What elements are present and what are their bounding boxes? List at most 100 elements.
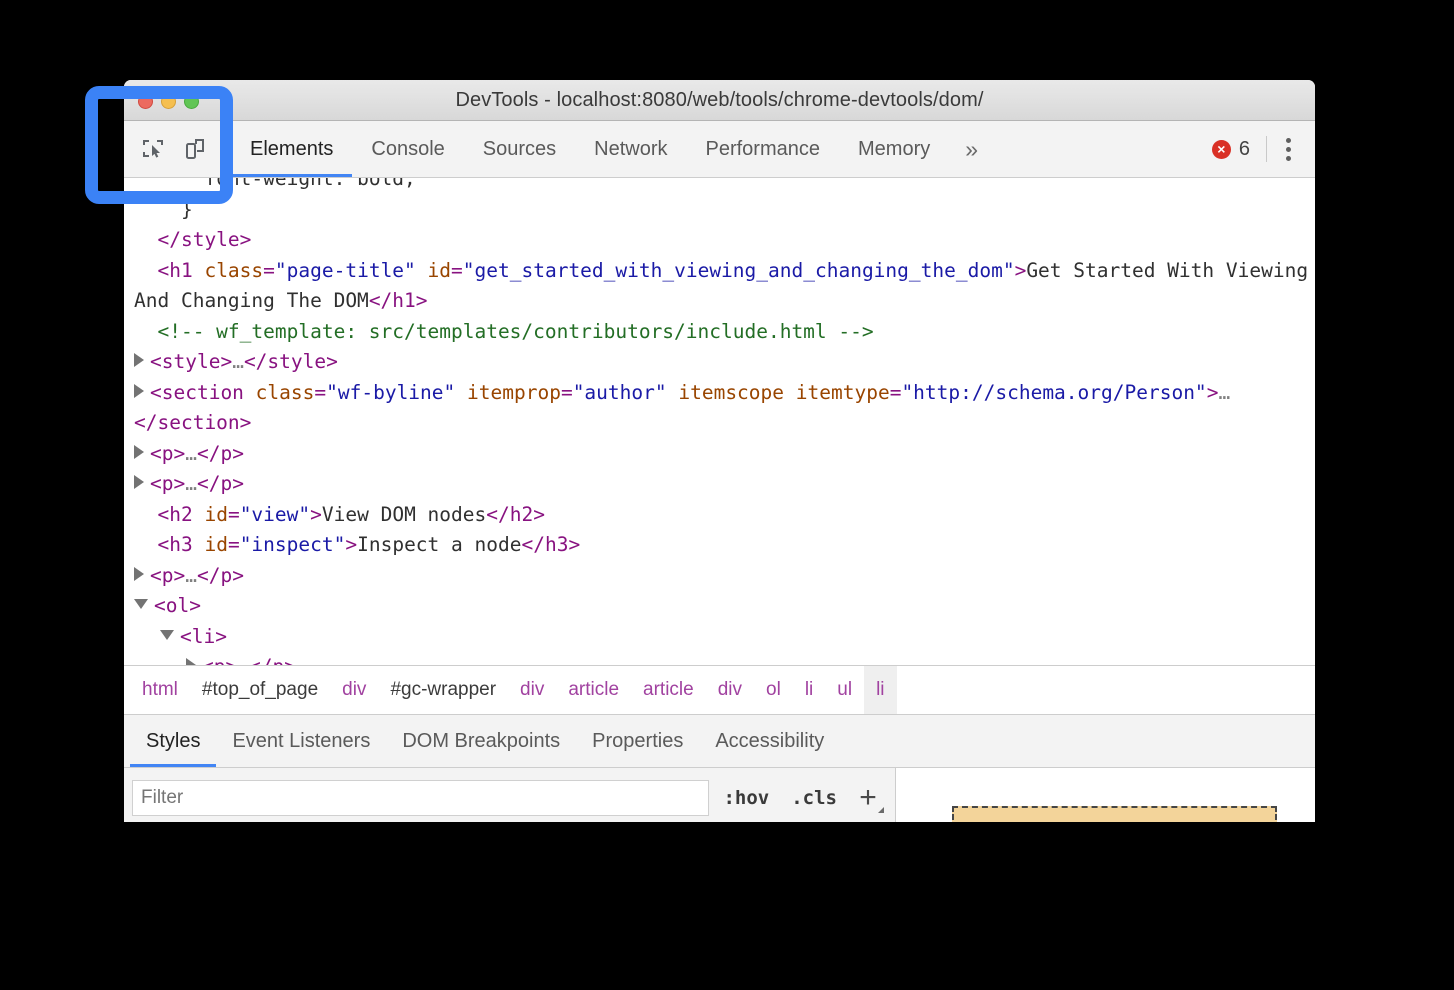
breadcrumb-item-label: div — [342, 679, 366, 701]
dom-tree-line[interactable]: <p>…</p> — [124, 652, 1315, 665]
close-window-button[interactable] — [138, 94, 153, 109]
tab-styles[interactable]: Styles — [130, 715, 216, 767]
dom-tree-line[interactable]: </style> — [124, 225, 1315, 256]
chevron-down-icon[interactable] — [134, 599, 148, 609]
dom-token-tag: <section — [150, 381, 256, 404]
toggle-element-state-button[interactable]: :hov — [715, 787, 777, 809]
dom-tree-line[interactable]: <!-- wf_template: src/templates/contribu… — [124, 317, 1315, 348]
chevron-right-icon[interactable] — [134, 567, 144, 581]
chevron-right-icon[interactable] — [134, 353, 144, 367]
dom-token-tag: <p> — [150, 564, 185, 587]
dom-tree-line[interactable]: <h1 class="page-title" id="get_started_w… — [124, 256, 1315, 317]
maximize-window-button[interactable] — [184, 94, 199, 109]
dom-tree-line[interactable]: <section class="wf-byline" itemprop="aut… — [124, 378, 1315, 439]
dom-token-tag: </section> — [134, 411, 251, 434]
breadcrumb-item-gc-wrapper[interactable]: #gc-wrapper — [378, 666, 508, 714]
tab-console[interactable]: Console — [352, 121, 463, 177]
window-title: DevTools - localhost:8080/web/tools/chro… — [455, 89, 983, 112]
dom-tree-line[interactable]: <p>…</p> — [124, 561, 1315, 592]
dom-token-attr: id — [204, 503, 227, 526]
breadcrumb-item-ul[interactable]: ul — [825, 666, 864, 714]
dom-tree-panel[interactable]: font-weight: bold; } </style> <h1 class=… — [124, 178, 1315, 665]
chevron-right-icon[interactable] — [134, 475, 144, 489]
dom-token-tag: > — [1015, 259, 1027, 282]
inspect-element-icon[interactable] — [138, 134, 168, 164]
breadcrumb-item-label: li — [805, 679, 813, 701]
breadcrumb-item-html[interactable]: html — [130, 666, 190, 714]
element-classes-button[interactable]: .cls — [783, 787, 845, 809]
breadcrumb-item-label: div — [520, 679, 544, 701]
chevron-down-icon[interactable] — [160, 630, 174, 640]
breadcrumb-item-article[interactable]: article — [556, 666, 631, 714]
dom-token-tag — [455, 381, 467, 404]
dom-tree-line[interactable]: <ol> — [124, 591, 1315, 622]
dom-tree-line[interactable]: font-weight: bold; — [124, 178, 1315, 195]
breadcrumb-item-label: div — [718, 679, 742, 701]
minimize-window-button[interactable] — [161, 94, 176, 109]
dom-token-attr: class — [204, 259, 263, 282]
error-badge[interactable]: × 6 — [1200, 138, 1262, 161]
tab-memory-label: Memory — [858, 138, 930, 161]
more-tabs-chevron-icon[interactable]: » — [949, 121, 994, 177]
styles-filter-input[interactable] — [132, 780, 709, 816]
tab-styles-label: Styles — [146, 730, 200, 753]
breadcrumb-item-div[interactable]: div — [508, 666, 556, 714]
device-toolbar-icon[interactable] — [180, 134, 210, 164]
dom-token-dim: … — [185, 472, 197, 495]
chevron-right-icon[interactable] — [134, 445, 144, 459]
breadcrumb-item-article[interactable]: article — [631, 666, 706, 714]
dom-token-attr: id — [204, 533, 227, 556]
dom-token-tag: </p> — [249, 655, 296, 665]
tab-memory[interactable]: Memory — [839, 121, 949, 177]
dom-token-css: } — [134, 198, 193, 221]
tab-event-listeners[interactable]: Event Listeners — [216, 715, 386, 767]
breadcrumb-item-li[interactable]: li — [864, 666, 896, 714]
breadcrumb-item-top_of_page[interactable]: #top_of_page — [190, 666, 330, 714]
dom-token-val: "http://schema.org/Person" — [901, 381, 1206, 404]
tab-network[interactable]: Network — [575, 121, 686, 177]
dom-tree-line[interactable]: <p>…</p> — [124, 469, 1315, 500]
more-tabs-label: » — [965, 136, 978, 163]
dom-token-punct: = — [890, 381, 902, 404]
dom-tree-line[interactable]: <li> — [124, 622, 1315, 653]
tab-accessibility-label: Accessibility — [715, 730, 824, 753]
chevron-right-icon[interactable] — [186, 658, 196, 665]
dom-token-tag: > — [310, 503, 322, 526]
dom-token-attr: class — [256, 381, 315, 404]
kebab-menu-icon[interactable] — [1271, 129, 1305, 169]
tab-properties[interactable]: Properties — [576, 715, 699, 767]
dom-tree-line[interactable]: <p>…</p> — [124, 439, 1315, 470]
dom-tree-line[interactable]: <h3 id="inspect">Inspect a node</h3> — [124, 530, 1315, 561]
plus-icon: + — [859, 781, 877, 815]
tab-elements-label: Elements — [250, 138, 333, 161]
sidebar-pane-tabs: Styles Event Listeners DOM Breakpoints P… — [124, 715, 1315, 768]
dom-tree-line[interactable]: <h2 id="view">View DOM nodes</h2> — [124, 500, 1315, 531]
dom-token-tag: </p> — [197, 564, 244, 587]
breadcrumb-item-div[interactable]: div — [330, 666, 378, 714]
breadcrumb-item-label: #top_of_page — [202, 679, 318, 701]
dom-token-css: font-weight: bold; — [134, 178, 416, 190]
tab-dom-breakpoints[interactable]: DOM Breakpoints — [386, 715, 576, 767]
dom-token-tag — [416, 259, 428, 282]
breadcrumb-item-li[interactable]: li — [793, 666, 825, 714]
tab-elements[interactable]: Elements — [231, 121, 352, 177]
new-style-rule-button[interactable]: + — [851, 781, 885, 815]
dom-tree-lines: font-weight: bold; } </style> <h1 class=… — [124, 178, 1315, 665]
dom-tree-line[interactable]: } — [124, 195, 1315, 226]
dom-token-tag: <p> — [150, 442, 185, 465]
chevron-right-icon[interactable] — [134, 384, 144, 398]
breadcrumb-item-div[interactable]: div — [706, 666, 754, 714]
tab-sources[interactable]: Sources — [464, 121, 575, 177]
dom-token-punct: = — [228, 503, 240, 526]
devtools-toolbar: Elements Console Sources Network Perform… — [124, 121, 1315, 178]
kebab-dot-3 — [1286, 156, 1291, 161]
dom-token-tag: > — [1207, 381, 1219, 404]
breadcrumb-item-ol[interactable]: ol — [754, 666, 793, 714]
tab-performance[interactable]: Performance — [687, 121, 840, 177]
dom-tree-line[interactable]: <style>…</style> — [124, 347, 1315, 378]
dom-token-tag: <p> — [202, 655, 237, 665]
dom-token-tag: <h2 — [134, 503, 204, 526]
dom-token-tag: </p> — [197, 472, 244, 495]
dom-token-tag: </p> — [197, 442, 244, 465]
tab-accessibility[interactable]: Accessibility — [699, 715, 840, 767]
